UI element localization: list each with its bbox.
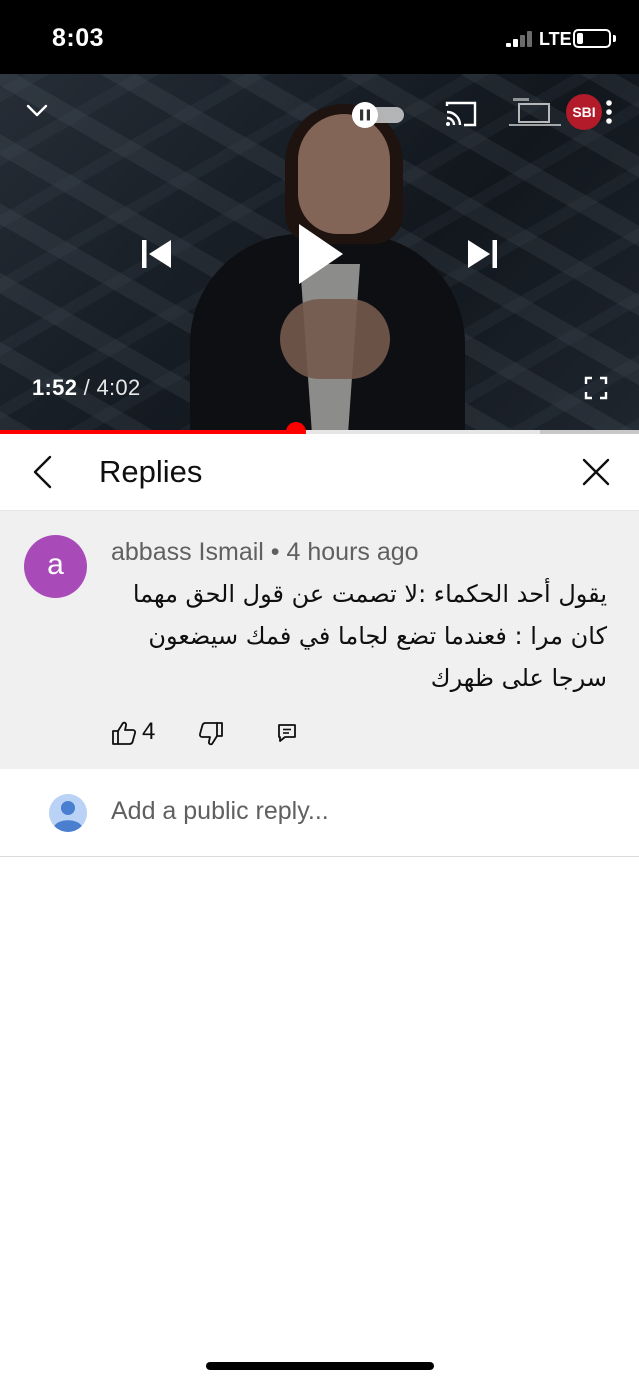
play-icon[interactable] [293, 222, 345, 286]
duration: 4:02 [96, 375, 141, 400]
close-icon[interactable] [580, 456, 612, 488]
chevron-left-icon[interactable] [30, 454, 56, 490]
avatar[interactable]: a [24, 535, 87, 598]
comment-text: يقول أحد الحكماء :لا تصمت عن قول الحق مه… [132, 580, 607, 692]
time-readout: 1:52 / 4:02 [32, 375, 141, 401]
time-separator: / [77, 375, 97, 400]
signal-bar [527, 31, 532, 47]
user-avatar-icon[interactable] [49, 794, 87, 832]
autoplay-toggle[interactable] [348, 102, 406, 128]
meta-separator: • [263, 538, 287, 566]
add-reply-row [0, 769, 639, 857]
network-type: LTE [539, 29, 572, 49]
channel-logo-mark-icon [509, 98, 561, 126]
battery-icon [573, 29, 611, 48]
thumbs-up-icon[interactable] [111, 720, 137, 746]
more-vert-icon[interactable] [603, 98, 615, 126]
signal-icon [506, 31, 534, 47]
channel-logo[interactable]: SBI [566, 94, 602, 130]
comment-author[interactable]: abbass Ismail [111, 538, 264, 566]
chevron-down-icon[interactable] [24, 100, 50, 120]
reply-input[interactable] [111, 797, 591, 826]
replies-header: Replies [0, 434, 639, 511]
replies-title: Replies [99, 454, 203, 489]
reply-icon[interactable] [276, 722, 298, 744]
battery-cap [613, 35, 616, 42]
cast-icon[interactable] [444, 100, 478, 128]
comment-meta: abbass Ismail • 4 hours ago [111, 538, 419, 567]
current-time: 1:52 [32, 375, 78, 400]
thumbs-down-icon[interactable] [198, 721, 224, 747]
like-count: 4 [142, 718, 156, 745]
skip-next-icon[interactable] [465, 236, 501, 272]
comment-time: 4 hours ago [286, 538, 419, 566]
signal-bar [520, 35, 525, 47]
battery-level [577, 33, 583, 44]
home-indicator[interactable] [206, 1362, 434, 1370]
skip-previous-icon[interactable] [138, 236, 174, 272]
comment-thread-parent: a abbass Ismail • 4 hours ago يقول أحد ا… [0, 511, 639, 769]
status-time: 8:03 [52, 24, 105, 52]
signal-bar [513, 39, 518, 47]
status-bar: 8:03 LTE [0, 0, 639, 74]
signal-bar [506, 43, 511, 47]
fullscreen-icon[interactable] [584, 376, 608, 400]
